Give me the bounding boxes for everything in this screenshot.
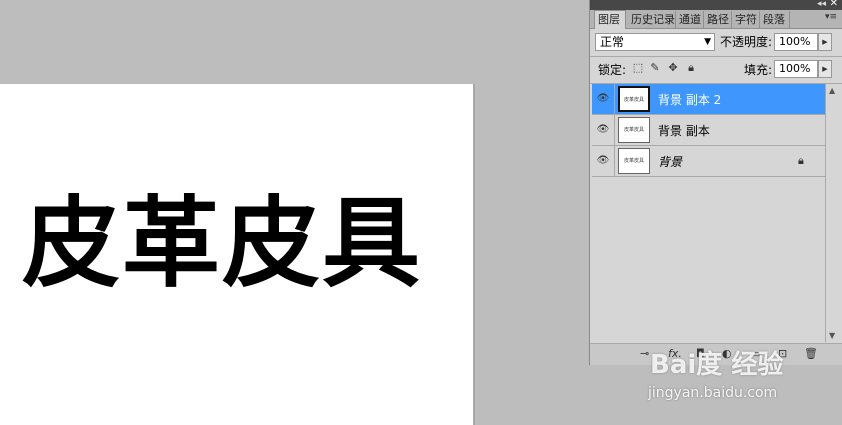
scroll-up-icon[interactable]: ▲ <box>829 86 835 95</box>
divider <box>590 56 842 57</box>
opacity-input[interactable]: 100% <box>774 33 818 51</box>
panel-menu-icon[interactable]: ▾≡ <box>825 12 837 22</box>
lock-all-icon[interactable]: 🔒︎ <box>685 62 697 74</box>
link-layers-icon[interactable]: ⊸ <box>640 347 649 361</box>
panel-tabs: 图层 历史记录 通道 路径 字符 段落 ▾≡ <box>590 10 842 29</box>
fill-arrow-icon[interactable]: ▶ <box>818 60 832 78</box>
layer-name[interactable]: 背景 <box>658 153 682 170</box>
opacity-label: 不透明度: <box>720 35 773 49</box>
eye-icon[interactable]: 👁︎ <box>595 92 611 106</box>
layer-thumbnail: 皮革皮具 <box>618 148 650 174</box>
tab-history[interactable]: 历史记录 <box>628 11 676 28</box>
layer-row[interactable]: 👁︎ 皮革皮具 背景 🔒︎ <box>592 146 825 177</box>
tab-character[interactable]: 字符 <box>732 11 760 28</box>
tab-layers[interactable]: 图层 <box>594 10 626 29</box>
scroll-down-icon[interactable]: ▼ <box>829 331 835 340</box>
tab-paths[interactable]: 路径 <box>704 11 732 28</box>
layer-row[interactable]: 👁︎ 皮革皮具 背景 副本 <box>592 115 825 146</box>
lock-icon: 🔒︎ <box>798 154 804 167</box>
fill-input[interactable]: 100% <box>774 60 818 78</box>
eye-icon[interactable]: 👁︎ <box>595 154 611 168</box>
chevron-down-icon: ▼ <box>704 37 711 47</box>
delete-icon[interactable]: 🗑︎ <box>804 347 818 361</box>
blend-mode-select[interactable]: 正常 ▼ <box>595 33 715 51</box>
blend-mode-value: 正常 <box>600 35 625 49</box>
tab-channels[interactable]: 通道 <box>676 11 704 28</box>
layers-panel: ◂◂ ✕ 图层 历史记录 通道 路径 字符 段落 ▾≡ 正常 ▼ 不透明度: 1… <box>589 0 842 365</box>
layers-list: 👁︎ 皮革皮具 背景 副本 2 👁︎ 皮革皮具 背景 副本 👁︎ 皮革皮具 背景… <box>592 84 825 342</box>
opacity-arrow-icon[interactable]: ▶ <box>818 33 832 51</box>
layer-row[interactable]: 👁︎ 皮革皮具 背景 副本 2 <box>592 84 825 115</box>
watermark-url: jingyan.baidu.com <box>648 385 778 401</box>
layer-name[interactable]: 背景 副本 2 <box>658 91 721 108</box>
layers-scrollbar[interactable]: ▲ ▼ <box>825 84 842 342</box>
canvas-edge <box>473 84 475 425</box>
eye-icon[interactable]: 👁︎ <box>595 123 611 137</box>
lock-position-icon[interactable]: ✥ <box>667 62 679 74</box>
panel-header-bar: ◂◂ ✕ <box>590 0 842 10</box>
lock-transparency-icon[interactable]: ⬚ <box>632 62 644 74</box>
layer-thumbnail: 皮革皮具 <box>618 86 650 112</box>
tab-paragraph[interactable]: 段落 <box>760 11 790 28</box>
lock-pixels-icon[interactable]: ✎ <box>649 62 661 74</box>
lock-label: 锁定: <box>598 63 627 77</box>
canvas-text: 皮革皮具 <box>22 187 423 301</box>
layer-name[interactable]: 背景 副本 <box>658 122 710 139</box>
layer-thumbnail: 皮革皮具 <box>618 117 650 143</box>
fill-label: 填充: <box>744 63 773 77</box>
